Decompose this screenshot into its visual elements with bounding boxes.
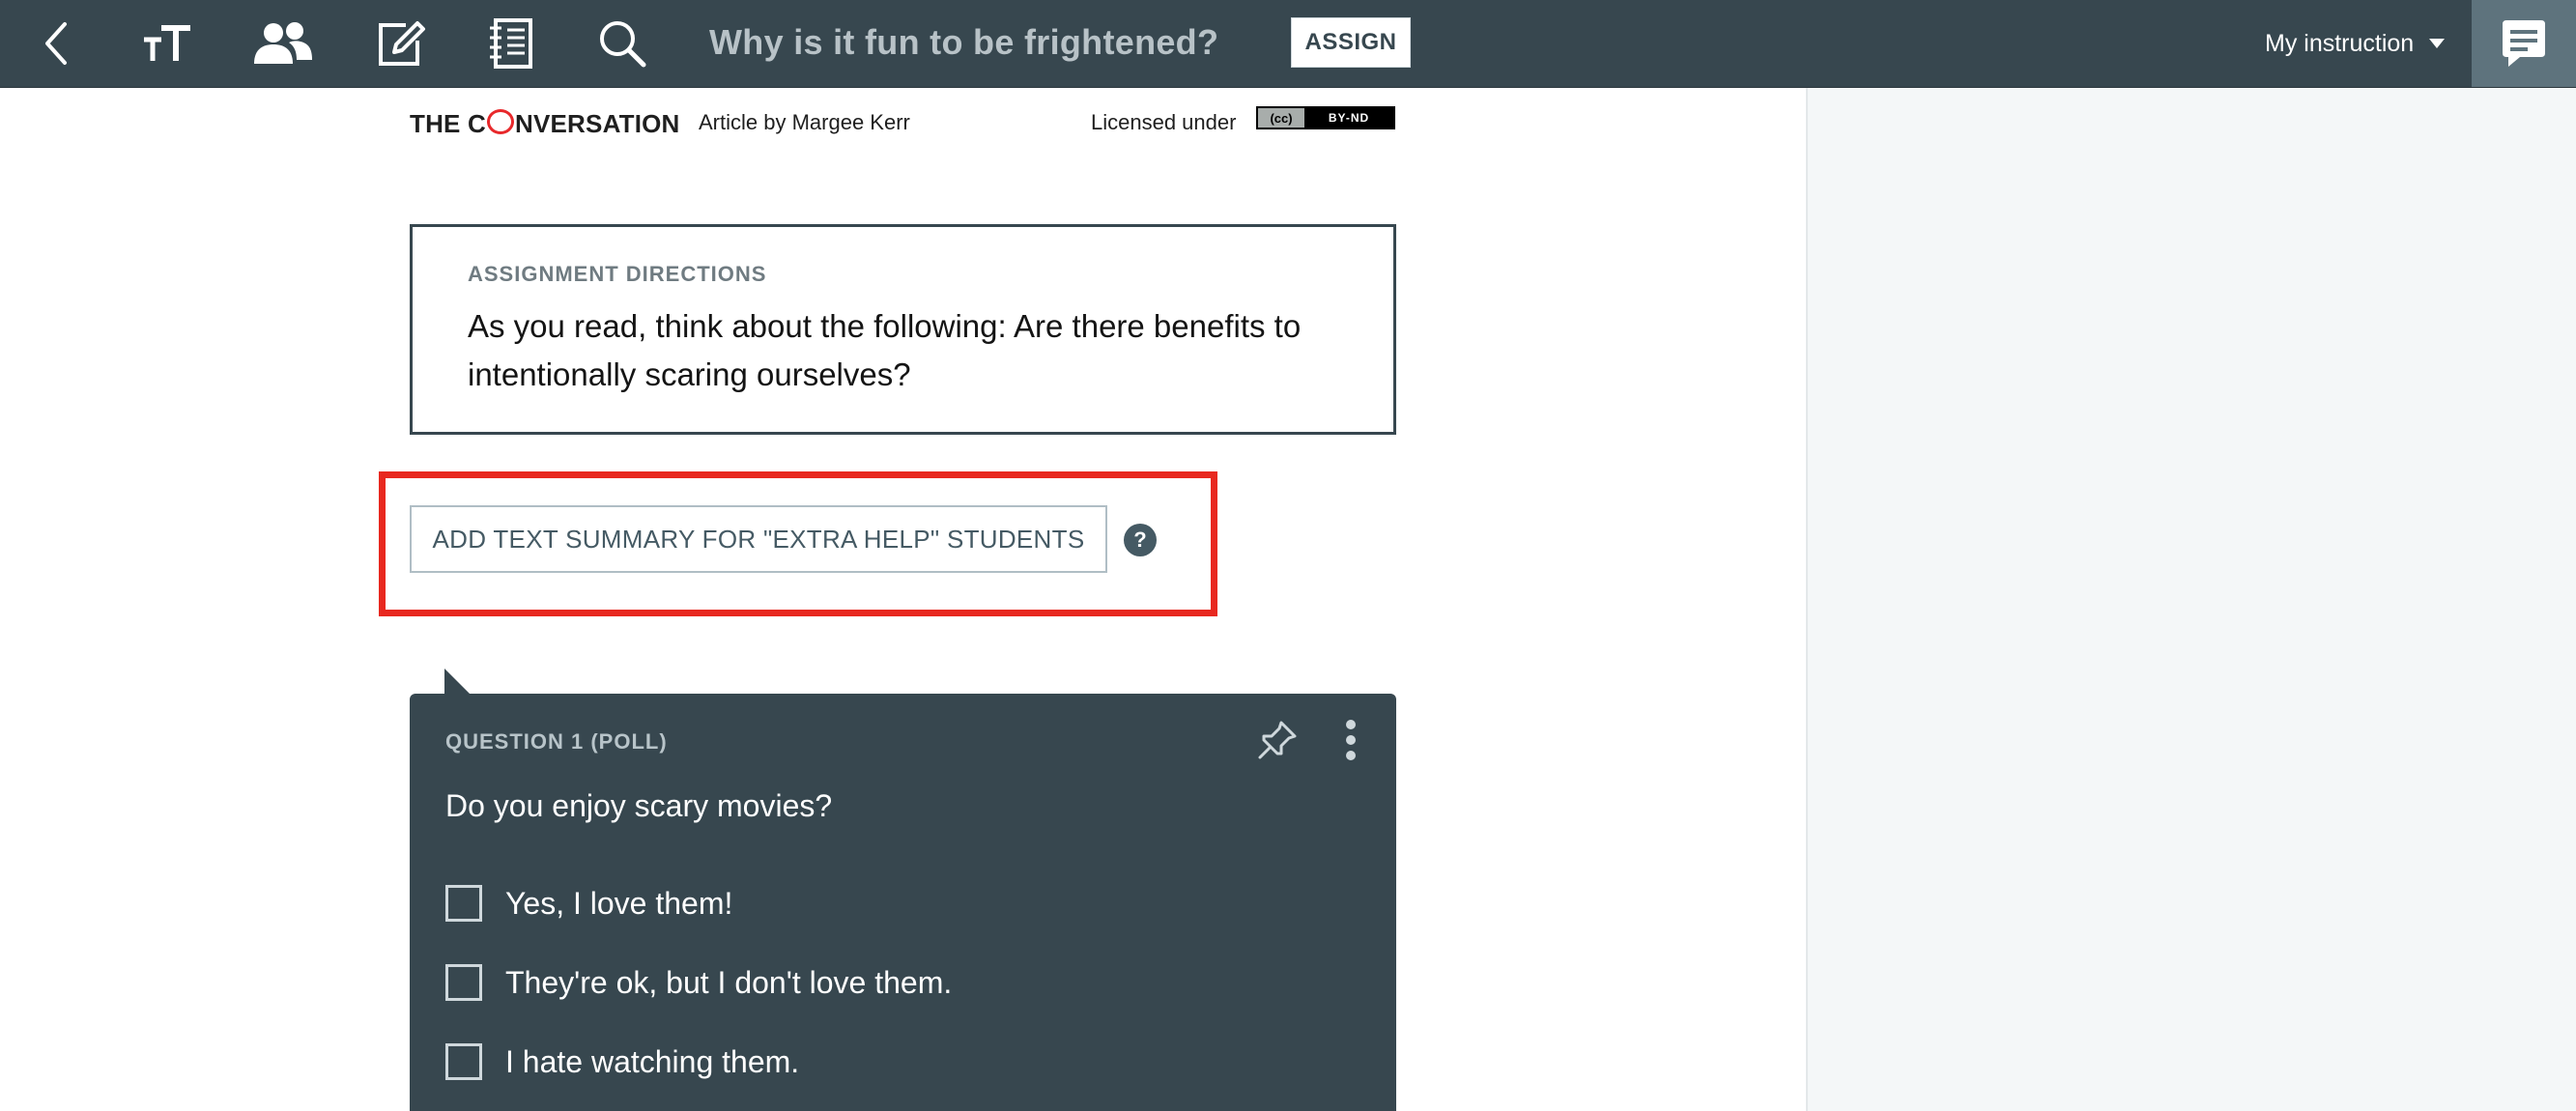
caret-down-icon [2429,39,2446,48]
instruction-dropdown[interactable]: My instruction [2265,0,2446,87]
checkbox[interactable] [445,1043,482,1080]
poll-option[interactable]: Yes, I love them! [445,883,732,924]
add-text-summary-button[interactable]: ADD TEXT SUMMARY FOR "EXTRA HELP" STUDEN… [410,505,1107,573]
edit-icon [379,21,425,66]
text-size-icon [144,25,190,61]
assign-button[interactable]: ASSIGN [1291,17,1411,68]
notes-panel-icon [2503,20,2545,67]
publisher-logo: THE C NVERSATION [410,109,680,139]
top-toolbar: Why is it fun to be frightened? ASSIGN M… [0,0,2576,88]
poll-option-label: They're ok, but I don't love them. [505,964,953,1000]
search-icon [600,21,646,68]
notebook-button[interactable] [480,0,542,87]
cc-license-badge[interactable]: (cc) BY-ND [1256,106,1395,129]
help-icon[interactable]: ? [1124,524,1157,556]
people-icon [254,22,312,64]
pin-icon[interactable] [1256,719,1299,761]
logo-o-mark [487,109,514,134]
directions-body: As you read, think about the following: … [468,308,1302,392]
question-card-pointer [444,669,472,696]
checkbox[interactable] [445,964,482,1001]
edit-button[interactable] [367,0,435,87]
question-text: Do you enjoy scary movies? [445,788,833,823]
publisher-logo-prefix: THE C [410,109,486,138]
more-options-icon[interactable] [1339,719,1362,761]
publisher-logo-suffix: NVERSATION [515,109,680,138]
assignment-directions: ASSIGNMENT DIRECTIONS As you read, think… [410,224,1396,435]
license-text: Licensed under [1091,110,1237,134]
instruction-label: My instruction [2265,29,2415,57]
back-button[interactable] [27,0,85,87]
poll-option-label: I hate watching them. [505,1043,800,1079]
side-panel [1806,88,2576,1111]
poll-option[interactable]: I hate watching them. [445,1041,799,1082]
directions-heading: ASSIGNMENT DIRECTIONS [468,262,767,286]
text-size-button[interactable] [133,0,201,87]
checkbox[interactable] [445,885,482,922]
question-card: QUESTION 1 (POLL) Do you enjoy scary mov… [410,694,1396,1111]
back-icon [45,22,67,65]
article-byline: Article by Margee Kerr [699,110,910,134]
document-title: Why is it fun to be frightened? [709,22,1219,62]
cc-badge-left: (cc) [1258,108,1304,128]
people-button[interactable] [246,0,320,87]
poll-option-label: Yes, I love them! [505,885,733,921]
question-label: QUESTION 1 (POLL) [445,729,668,754]
notebook-icon [490,18,532,69]
poll-option[interactable]: They're ok, but I don't love them. [445,962,952,1003]
search-button[interactable] [591,0,653,87]
side-panel-toggle[interactable] [2472,0,2576,87]
cc-badge-right: BY-ND [1304,108,1393,128]
